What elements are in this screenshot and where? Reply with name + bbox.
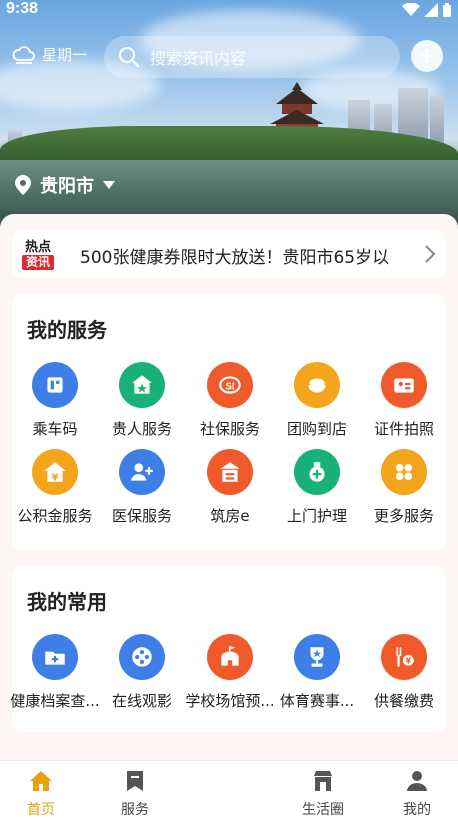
film-reel-icon bbox=[119, 634, 165, 680]
service-item[interactable]: 证件拍照 bbox=[358, 362, 450, 439]
home-icon bbox=[30, 771, 52, 791]
chevron-down-icon bbox=[103, 181, 115, 189]
add-button[interactable] bbox=[411, 40, 443, 72]
status-bar: 9:38 bbox=[0, 0, 458, 22]
favorite-item-label: 在线观影 bbox=[111, 692, 172, 710]
hot-news-text: 500张健康券限时大放送！贵阳市65岁以 bbox=[80, 248, 390, 268]
tab-home[interactable]: 首页 bbox=[6, 769, 76, 819]
weather-widget[interactable]: 星期一 bbox=[12, 44, 87, 65]
service-item[interactable]: SI 社保服务 bbox=[184, 362, 276, 439]
service-item[interactable]: 团购到店 bbox=[271, 362, 363, 439]
user-icon bbox=[407, 771, 427, 791]
hot-news-banner[interactable]: 热点 资讯 500张健康券限时大放送！贵阳市65岁以 bbox=[12, 230, 446, 278]
service-item[interactable]: 乘车码 bbox=[9, 362, 101, 439]
svg-text:¥: ¥ bbox=[406, 657, 412, 666]
favorite-item[interactable]: 在线观影 bbox=[96, 634, 188, 711]
favorite-item[interactable]: ¥ 供餐缴费 bbox=[358, 634, 450, 711]
signal-icon bbox=[424, 3, 438, 17]
hot-news-badge: 热点 资讯 bbox=[22, 236, 54, 272]
service-item[interactable]: ¥ 公积金服务 bbox=[9, 449, 101, 526]
tab-services[interactable]: 服务 bbox=[100, 769, 170, 819]
rice-bowl-icon bbox=[294, 362, 340, 408]
star-house-icon bbox=[119, 362, 165, 408]
services-title: 我的服务 bbox=[27, 318, 107, 342]
wifi-icon bbox=[402, 3, 420, 16]
care-bag-icon bbox=[294, 449, 340, 495]
service-item-label: 医保服务 bbox=[111, 507, 172, 525]
service-item-label: 证件拍照 bbox=[373, 420, 434, 438]
bookmark-icon bbox=[127, 771, 143, 791]
location-pin-icon bbox=[15, 175, 31, 195]
weekday-label: 星期一 bbox=[42, 46, 88, 64]
trophy-icon bbox=[294, 634, 340, 680]
favorite-item-label: 学校场馆预... bbox=[185, 692, 275, 710]
fund-house-icon: ¥ bbox=[32, 449, 78, 495]
social-security-icon: SI bbox=[207, 362, 253, 408]
favorite-item[interactable]: 体育赛事... bbox=[271, 634, 363, 711]
search-bar[interactable]: 搜索资讯内容 bbox=[104, 36, 400, 78]
service-item-label: 更多服务 bbox=[373, 507, 434, 525]
favorite-item-label: 体育赛事... bbox=[279, 692, 355, 710]
building-icon bbox=[207, 449, 253, 495]
cloud-icon bbox=[12, 45, 35, 64]
plus-icon bbox=[420, 49, 434, 63]
favorite-item-label: 健康档案查... bbox=[10, 692, 100, 710]
search-placeholder: 搜索资讯内容 bbox=[150, 49, 247, 68]
my-favorites-card: 我的常用 健康档案查... 在线观影 学校场馆预... 体育赛事... ¥ 供餐缴费 bbox=[9, 566, 446, 732]
medical-insurance-icon bbox=[119, 449, 165, 495]
service-item-label: 公积金服务 bbox=[17, 507, 93, 525]
tab-life-circle[interactable]: 生活圈 bbox=[288, 769, 358, 819]
city-selector[interactable]: 贵阳市 bbox=[14, 172, 116, 198]
tab-mine[interactable]: 我的 bbox=[382, 769, 452, 819]
service-item[interactable]: 贵人服务 bbox=[96, 362, 188, 439]
service-item-label: 乘车码 bbox=[32, 420, 78, 438]
bottom-navigation: 首页 服务 生活圈 我的 bbox=[0, 760, 458, 820]
favorite-item[interactable]: 健康档案查... bbox=[9, 634, 101, 711]
service-item-label: 贵人服务 bbox=[111, 420, 172, 438]
my-services-card: 我的服务 乘车码 贵人服务 SI 社保服务 团购到店 证件拍照 ¥ 公积金服务 医保服务 筑房e 上… bbox=[12, 294, 446, 550]
chevron-right-icon bbox=[425, 245, 436, 263]
search-icon bbox=[119, 47, 140, 68]
favorite-item-label: 供餐缴费 bbox=[373, 692, 434, 710]
id-card-icon bbox=[381, 362, 427, 408]
battery-icon bbox=[443, 3, 451, 17]
grid-apps-icon bbox=[381, 449, 427, 495]
svg-text:SI: SI bbox=[225, 381, 235, 392]
svg-text:¥: ¥ bbox=[52, 473, 59, 484]
health-folder-icon bbox=[32, 634, 78, 680]
bus-code-icon bbox=[32, 362, 78, 408]
service-item-label: 社保服务 bbox=[199, 420, 260, 438]
school-venue-icon bbox=[207, 634, 253, 680]
service-item-label: 团购到店 bbox=[286, 420, 347, 438]
favorites-title: 我的常用 bbox=[27, 590, 107, 614]
service-item[interactable]: 上门护理 bbox=[271, 449, 363, 526]
meal-payment-icon: ¥ bbox=[381, 634, 427, 680]
shop-icon bbox=[314, 771, 332, 791]
service-item-label: 筑房e bbox=[210, 507, 250, 525]
service-item-label: 上门护理 bbox=[286, 507, 347, 525]
service-item[interactable]: 筑房e bbox=[184, 449, 276, 526]
city-name: 贵阳市 bbox=[40, 176, 94, 197]
service-item[interactable]: 医保服务 bbox=[96, 449, 188, 526]
favorite-item[interactable]: 学校场馆预... bbox=[184, 634, 276, 711]
status-time: 9:38 bbox=[6, 0, 39, 17]
service-item[interactable]: 更多服务 bbox=[358, 449, 450, 526]
